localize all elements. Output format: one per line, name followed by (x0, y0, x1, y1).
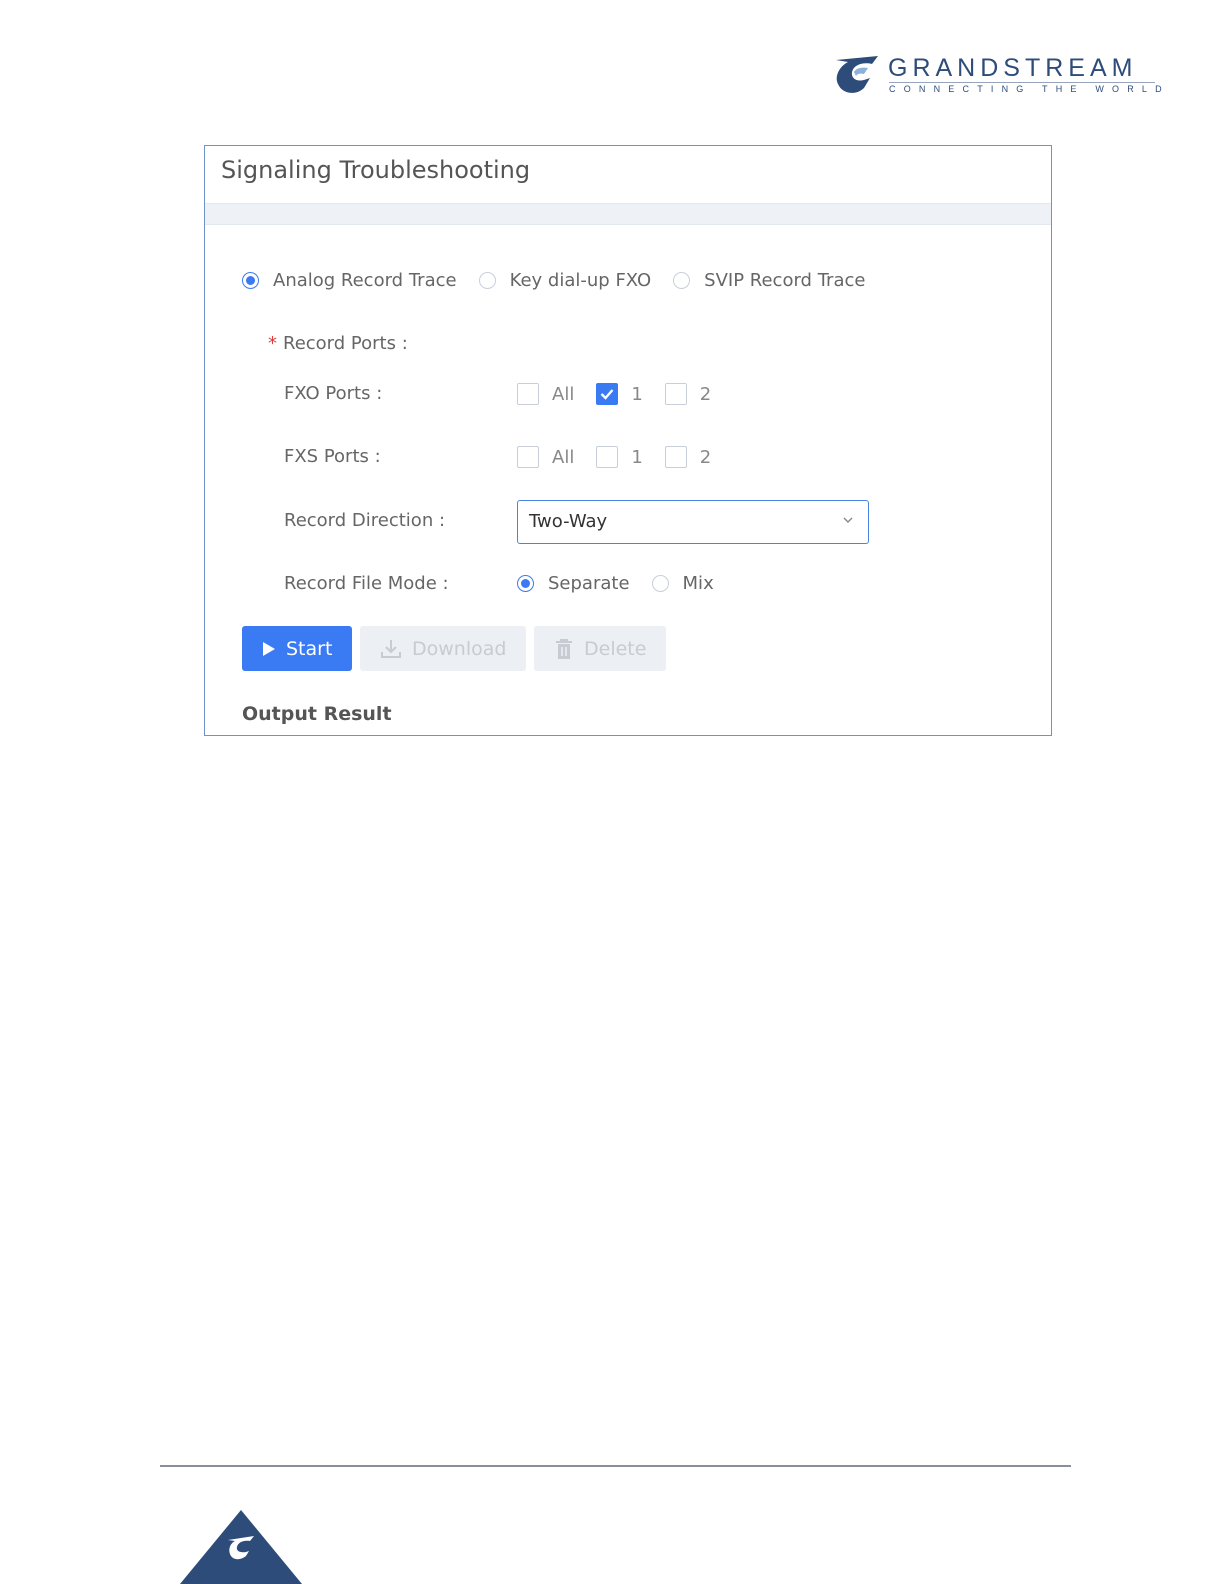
check-icon (600, 389, 614, 400)
fxs-ports-group: All 1 2 (517, 446, 733, 468)
brand-divider (889, 82, 1155, 83)
radio-label-svip-record-trace[interactable]: SVIP Record Trace (704, 270, 865, 291)
trash-icon (554, 638, 574, 660)
record-direction-value: Two-Way (529, 511, 608, 532)
panel-title: Signaling Troubleshooting (221, 156, 531, 184)
record-file-mode-label: Record File Mode : (284, 573, 449, 594)
play-icon (262, 641, 276, 657)
fxs-1-checkbox[interactable] (596, 446, 619, 468)
brand-name: GRANDSTREAM (888, 54, 1138, 82)
fxo-2-label[interactable]: 2 (700, 384, 711, 405)
radio-separate[interactable] (517, 575, 534, 592)
grandstream-logo-icon (836, 56, 878, 93)
fxo-ports-label: FXO Ports : (284, 383, 383, 404)
radio-label-analog-record-trace[interactable]: Analog Record Trace (273, 270, 457, 291)
fxo-ports-group: All 1 2 (517, 383, 733, 405)
start-button-label: Start (286, 637, 333, 660)
record-direction-label: Record Direction : (284, 510, 446, 531)
radio-analog-record-trace[interactable] (242, 272, 259, 289)
radio-svip-record-trace[interactable] (673, 272, 691, 289)
start-button[interactable]: Start (242, 626, 352, 671)
fxs-2-checkbox[interactable] (664, 446, 687, 468)
radio-label-key-dialup-fxo[interactable]: Key dial-up FXO (510, 270, 652, 291)
trace-mode-group: Analog Record Trace Key dial-up FXO SVIP… (242, 270, 887, 291)
signaling-troubleshooting-panel: Signaling Troubleshooting Analog Record … (204, 145, 1052, 736)
panel-header-band (205, 203, 1051, 225)
fxo-1-label[interactable]: 1 (631, 384, 642, 405)
radio-label-separate[interactable]: Separate (548, 573, 630, 594)
brand-tagline: CONNECTING THE WORLD (889, 84, 1170, 94)
record-file-mode-group: Separate Mix (517, 573, 736, 594)
fxo-all-checkbox[interactable] (517, 383, 539, 405)
delete-button-label: Delete (584, 637, 647, 660)
footer-divider (160, 1465, 1071, 1467)
fxs-1-label[interactable]: 1 (631, 447, 642, 468)
output-result-title: Output Result (242, 703, 392, 725)
fxo-all-label[interactable]: All (552, 384, 574, 405)
download-icon (380, 639, 402, 659)
chevron-down-icon (843, 517, 853, 523)
radio-key-dialup-fxo[interactable] (478, 272, 496, 289)
record-direction-select[interactable]: Two-Way (517, 500, 869, 544)
record-ports-label: * Record Ports : (268, 333, 408, 354)
fxo-2-checkbox[interactable] (664, 383, 687, 405)
delete-button[interactable]: Delete (534, 626, 666, 671)
grandstream-logo: GRANDSTREAM CONNECTING THE WORLD (834, 54, 1164, 100)
radio-label-mix[interactable]: Mix (683, 573, 714, 594)
fxs-2-label[interactable]: 2 (700, 447, 711, 468)
fxo-1-checkbox[interactable] (596, 383, 619, 405)
radio-mix[interactable] (651, 575, 669, 592)
fxs-all-checkbox[interactable] (517, 446, 539, 468)
required-marker: * (268, 333, 277, 354)
fxs-ports-label: FXS Ports : (284, 446, 381, 467)
download-button[interactable]: Download (360, 626, 526, 671)
download-button-label: Download (412, 637, 507, 660)
fxs-all-label[interactable]: All (552, 447, 574, 468)
footer-logo-icon (180, 1510, 302, 1584)
